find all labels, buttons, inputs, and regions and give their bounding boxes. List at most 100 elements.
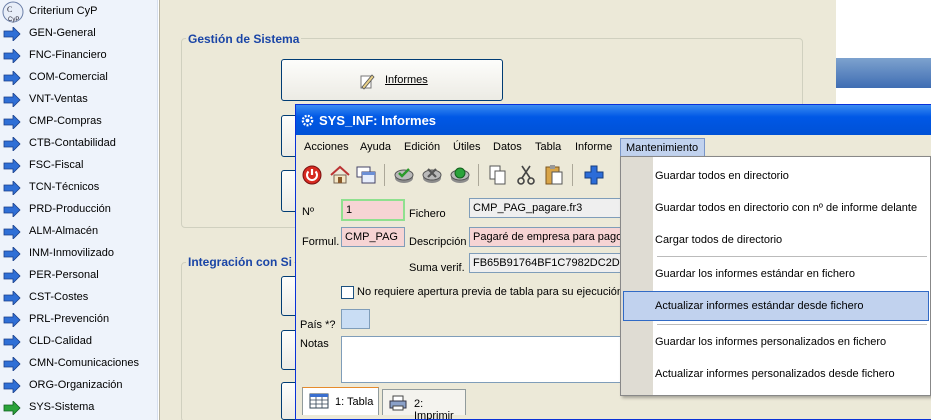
blue-arrow-icon (3, 247, 21, 261)
menu-edicion[interactable]: Edición (404, 141, 440, 153)
cut-icon[interactable] (514, 163, 538, 187)
sidebar-item-org[interactable]: ORG-Organización (0, 375, 158, 397)
fichero-field[interactable]: CMP_PAG_pagare.fr3 (469, 198, 621, 218)
notas-label: Notas (300, 338, 329, 350)
fichero-label: Fichero (409, 208, 446, 220)
sidebar-item-sys[interactable]: SYS-Sistema (0, 397, 158, 419)
windows-icon[interactable] (354, 163, 378, 187)
sidebar-item-label: ORG-Organización (29, 379, 123, 391)
add-icon[interactable] (582, 163, 606, 187)
sidebar-item-label: FSC-Fiscal (29, 159, 84, 171)
blue-arrow-icon (3, 379, 21, 393)
suma-verif-label: Suma verif. (409, 262, 465, 274)
sidebar-item-gen[interactable]: GEN-General (0, 23, 158, 45)
sidebar-item-vnt[interactable]: VNT-Ventas (0, 89, 158, 111)
sidebar-item-criterium[interactable]: C CyP Criterium CyP (0, 1, 158, 23)
sidebar-item-prl[interactable]: PRL-Prevención (0, 309, 158, 331)
sidebar-item-label: FNC-Financiero (29, 49, 107, 61)
power-icon[interactable] (300, 163, 324, 187)
notas-field[interactable] (341, 336, 626, 383)
sidebar-item-ctb[interactable]: CTB-Contabilidad (0, 133, 158, 155)
sidebar-item-fsc[interactable]: FSC-Fiscal (0, 155, 158, 177)
gear-window-icon (301, 114, 314, 127)
menu-item-actualizar-personalizados[interactable]: Actualizar informes personalizados desde… (655, 368, 895, 380)
blue-arrow-icon (3, 291, 21, 305)
toolbar-separator (478, 164, 479, 186)
sidebar-item-cmn[interactable]: CMN-Comunicaciones (0, 353, 158, 375)
descripcion-label: Descripción (409, 236, 467, 248)
svg-text:C: C (7, 5, 12, 14)
blue-arrow-icon (3, 27, 21, 41)
menu-acciones[interactable]: Acciones (304, 141, 349, 153)
menu-utiles[interactable]: Útiles (453, 141, 481, 153)
menu-separator (657, 256, 927, 257)
sidebar-item-cld[interactable]: CLD-Calidad (0, 331, 158, 353)
sidebar-item-label: COM-Comercial (29, 71, 108, 83)
menu-item-actualizar-estandar[interactable]: Actualizar informes estándar desde fiche… (655, 300, 864, 312)
no-apertura-checkbox[interactable] (341, 286, 354, 299)
no-apertura-label: No requiere apertura previa de tabla par… (357, 286, 623, 298)
disk-refresh-icon[interactable] (448, 163, 472, 187)
background-window-titlebar (836, 58, 931, 88)
informes-button[interactable]: Informes (281, 59, 503, 101)
no-field[interactable]: 1 (341, 199, 405, 221)
sidebar-item-com[interactable]: COM-Comercial (0, 67, 158, 89)
formul-field[interactable]: CMP_PAG (341, 227, 405, 247)
sidebar-item-cst[interactable]: CST-Costes (0, 287, 158, 309)
blue-arrow-icon (3, 269, 21, 283)
sidebar-item-label: CTB-Contabilidad (29, 137, 116, 149)
informes-label: Informes (385, 74, 428, 86)
pais-label: País *? (300, 319, 336, 331)
blue-arrow-icon (3, 159, 21, 173)
green-arrow-icon (3, 401, 21, 415)
module-sidebar: C CyP Criterium CyP GEN-General FNC-Fina… (0, 0, 158, 420)
menu-informe[interactable]: Informe (575, 141, 612, 153)
menu-mantenimiento[interactable]: Mantenimiento (620, 138, 705, 158)
sidebar-item-label: CST-Costes (29, 291, 89, 303)
blue-arrow-icon (3, 225, 21, 239)
tab-tabla-label: 1: Tabla (335, 396, 374, 408)
sidebar-item-per[interactable]: PER-Personal (0, 265, 158, 287)
sidebar-item-label: PER-Personal (29, 269, 99, 281)
blue-arrow-icon (3, 357, 21, 371)
window-titlebar[interactable]: SYS_INF: Informes (296, 105, 931, 135)
copy-icon[interactable] (486, 163, 510, 187)
sidebar-item-tcn[interactable]: TCN-Técnicos (0, 177, 158, 199)
menu-item-guardar-todos[interactable]: Guardar todos en directorio (655, 170, 789, 182)
menu-item-cargar-todos[interactable]: Cargar todos de directorio (655, 234, 782, 246)
sidebar-item-label: CMP-Compras (29, 115, 102, 127)
sidebar-item-label: PRD-Producción (29, 203, 111, 215)
sidebar-item-inm[interactable]: INM-Inmovilizado (0, 243, 158, 265)
blue-arrow-icon (3, 181, 21, 195)
blue-arrow-icon (3, 115, 21, 129)
sidebar-item-alm[interactable]: ALM-Almacén (0, 221, 158, 243)
tab-tabla[interactable]: 1: Tabla (302, 387, 379, 415)
home-icon[interactable] (328, 163, 352, 187)
sidebar-item-cmp[interactable]: CMP-Compras (0, 111, 158, 133)
criterium-logo-icon: C CyP (2, 1, 24, 23)
menu-tabla[interactable]: Tabla (535, 141, 561, 153)
disk-cancel-icon[interactable] (420, 163, 444, 187)
sidebar-item-label: VNT-Ventas (29, 93, 88, 105)
mantenimiento-dropdown: Guardar todos en directorio Guardar todo… (620, 156, 931, 396)
sidebar-item-label: INM-Inmovilizado (29, 247, 114, 259)
sidebar-item-label: GEN-General (29, 27, 96, 39)
menu-ayuda[interactable]: Ayuda (360, 141, 391, 153)
menu-item-guardar-personalizados[interactable]: Guardar los informes personalizados en f… (655, 336, 886, 348)
menu-item-guardar-estandar[interactable]: Guardar los informes estándar en fichero (655, 268, 855, 280)
paste-icon[interactable] (542, 163, 566, 187)
table-icon (309, 393, 329, 409)
blue-arrow-icon (3, 93, 21, 107)
descripcion-field[interactable]: Pagaré de empresa para pagos (469, 227, 621, 247)
blue-arrow-icon (3, 313, 21, 327)
sidebar-item-prd[interactable]: PRD-Producción (0, 199, 158, 221)
sidebar-item-label: Criterium CyP (29, 5, 98, 17)
tab-imprimir[interactable]: 2: Imprimir (382, 389, 466, 420)
printer-icon (389, 395, 407, 411)
menu-datos[interactable]: Datos (493, 141, 522, 153)
no-label: Nº (302, 206, 314, 218)
pais-field[interactable] (341, 309, 370, 329)
menu-item-guardar-todos-num[interactable]: Guardar todos en directorio con nº de in… (655, 202, 917, 214)
disk-check-icon[interactable] (392, 163, 416, 187)
sidebar-item-fnc[interactable]: FNC-Financiero (0, 45, 158, 67)
